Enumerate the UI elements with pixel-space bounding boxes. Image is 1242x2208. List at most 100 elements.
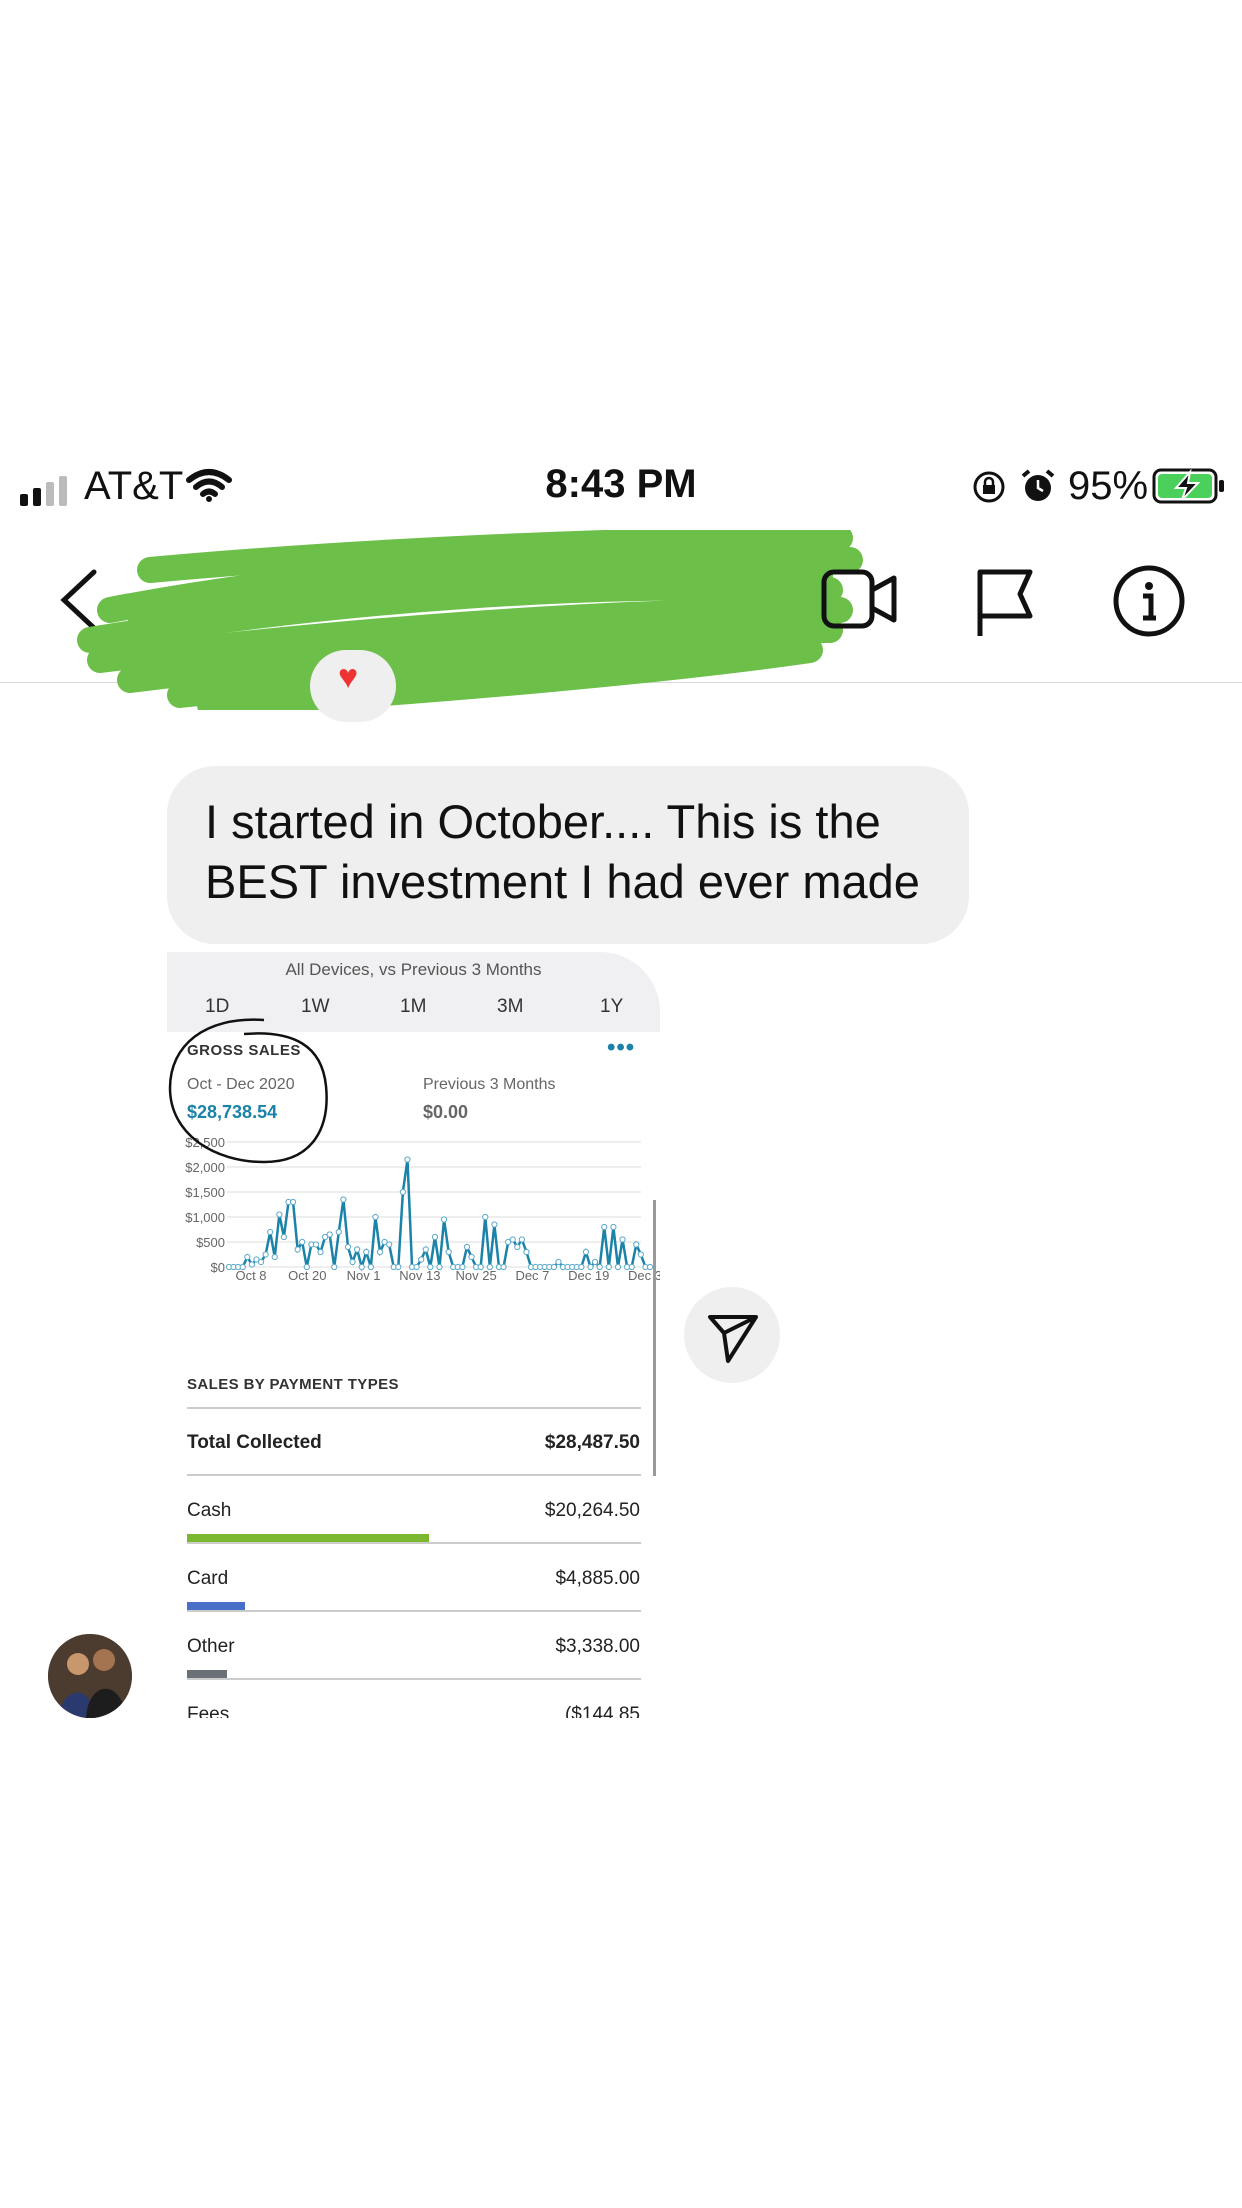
data-point xyxy=(500,1263,507,1271)
cash-value: $20,264.50 xyxy=(544,1500,640,1521)
data-point xyxy=(349,1258,356,1266)
rotation-lock-icon xyxy=(973,471,1005,503)
data-point xyxy=(482,1213,489,1221)
divider xyxy=(187,1678,641,1680)
data-point xyxy=(582,1248,590,1256)
data-point xyxy=(440,1216,448,1223)
data-point xyxy=(422,1246,429,1253)
data-point xyxy=(289,1198,297,1206)
x-tick-label: Dec 19 xyxy=(568,1268,609,1282)
data-point xyxy=(267,1228,274,1236)
data-point xyxy=(399,1188,406,1196)
y-tick-label: $1,000 xyxy=(185,1210,225,1225)
divider xyxy=(187,1407,641,1409)
x-tick-label: Nov 13 xyxy=(399,1268,440,1282)
data-point xyxy=(633,1241,640,1248)
data-point xyxy=(331,1263,338,1271)
data-point xyxy=(514,1243,521,1251)
x-tick-label: Nov 1 xyxy=(347,1268,381,1282)
chat-header: R R ... xyxy=(0,530,1242,710)
data-point xyxy=(491,1221,498,1228)
data-point xyxy=(431,1233,439,1241)
data-point xyxy=(363,1248,370,1256)
total-collected-label: Total Collected xyxy=(187,1432,322,1453)
tab-1m[interactable]: 1M xyxy=(400,996,426,1018)
data-point xyxy=(257,1258,265,1266)
battery-charging-icon xyxy=(1152,468,1224,504)
data-point xyxy=(463,1243,471,1251)
data-point xyxy=(280,1233,288,1241)
card-label: Card xyxy=(187,1568,229,1589)
x-tick-label: Nov 25 xyxy=(456,1268,497,1282)
data-point xyxy=(372,1213,379,1221)
tab-1y[interactable]: 1Y xyxy=(600,996,623,1018)
data-point xyxy=(262,1251,269,1258)
data-point xyxy=(294,1246,301,1253)
payment-types-title: SALES BY PAYMENT TYPES xyxy=(187,1376,399,1393)
y-tick-label: $0 xyxy=(211,1260,225,1275)
other-value: $3,338.00 xyxy=(555,1636,640,1657)
x-tick-label: Oct 8 xyxy=(235,1268,266,1282)
data-point xyxy=(276,1211,283,1218)
data-point xyxy=(637,1251,644,1258)
scrollbar[interactable] xyxy=(653,1200,656,1476)
fees-value: ($144.85 xyxy=(564,1704,640,1718)
flag-icon[interactable] xyxy=(974,566,1036,638)
total-collected-value: $28,487.50 xyxy=(544,1432,640,1453)
divider xyxy=(187,1474,641,1476)
data-point xyxy=(614,1263,622,1271)
divider xyxy=(187,1542,641,1544)
report-subtitle: All Devices, vs Previous 3 Months xyxy=(285,960,542,979)
y-tick-label: $1,500 xyxy=(185,1185,225,1200)
data-point xyxy=(550,1263,558,1271)
reaction-emoji: ♥ xyxy=(338,658,359,696)
redaction-scribble xyxy=(77,530,863,710)
tab-1w[interactable]: 1W xyxy=(301,996,330,1018)
video-call-icon[interactable] xyxy=(820,568,900,630)
data-point xyxy=(445,1248,452,1256)
tab-1d[interactable]: 1D xyxy=(205,996,229,1018)
x-tick-label: Oct 20 xyxy=(288,1268,326,1282)
divider xyxy=(187,1610,641,1612)
data-point xyxy=(610,1223,617,1231)
more-icon[interactable]: ••• xyxy=(607,1034,635,1062)
status-bar: AT&T 8:43 PM 95% xyxy=(0,448,1242,524)
avatar[interactable] xyxy=(48,1634,132,1718)
message-text: I started in October.... This is the BES… xyxy=(205,795,920,908)
cash-label: Cash xyxy=(187,1500,232,1521)
data-point xyxy=(523,1248,530,1256)
data-point xyxy=(591,1258,599,1266)
data-point xyxy=(468,1253,475,1261)
share-button[interactable] xyxy=(684,1287,780,1383)
data-point xyxy=(299,1238,306,1246)
data-point xyxy=(244,1253,251,1261)
data-point xyxy=(518,1236,525,1243)
data-point xyxy=(344,1243,352,1251)
y-tick-label: $500 xyxy=(196,1235,225,1250)
other-label: Other xyxy=(187,1636,235,1657)
data-point xyxy=(404,1156,411,1163)
send-icon xyxy=(708,1315,758,1363)
data-point xyxy=(340,1196,347,1203)
annotation-circle xyxy=(168,1018,328,1164)
data-point xyxy=(335,1228,342,1236)
tab-3m[interactable]: 3M xyxy=(497,996,523,1018)
x-tick-label: Dec 7 xyxy=(515,1268,549,1282)
previous-period-label: Previous 3 Months xyxy=(423,1076,556,1093)
reaction-badge[interactable]: ♥ xyxy=(310,650,396,722)
fees-label: Fees xyxy=(187,1704,230,1718)
message-bubble[interactable]: I started in October.... This is the BES… xyxy=(167,766,969,944)
info-icon[interactable] xyxy=(1112,564,1186,638)
data-point xyxy=(418,1256,425,1263)
data-point xyxy=(248,1261,255,1268)
alarm-icon xyxy=(1021,469,1055,501)
data-point xyxy=(354,1246,361,1253)
data-point xyxy=(317,1248,324,1256)
data-point xyxy=(555,1258,562,1266)
battery-percent: 95% xyxy=(1068,464,1149,508)
data-point xyxy=(326,1231,333,1238)
card-value: $4,885.00 xyxy=(555,1568,640,1589)
previous-period-value: $0.00 xyxy=(423,1102,469,1122)
data-point xyxy=(601,1223,608,1231)
data-point xyxy=(271,1253,278,1261)
